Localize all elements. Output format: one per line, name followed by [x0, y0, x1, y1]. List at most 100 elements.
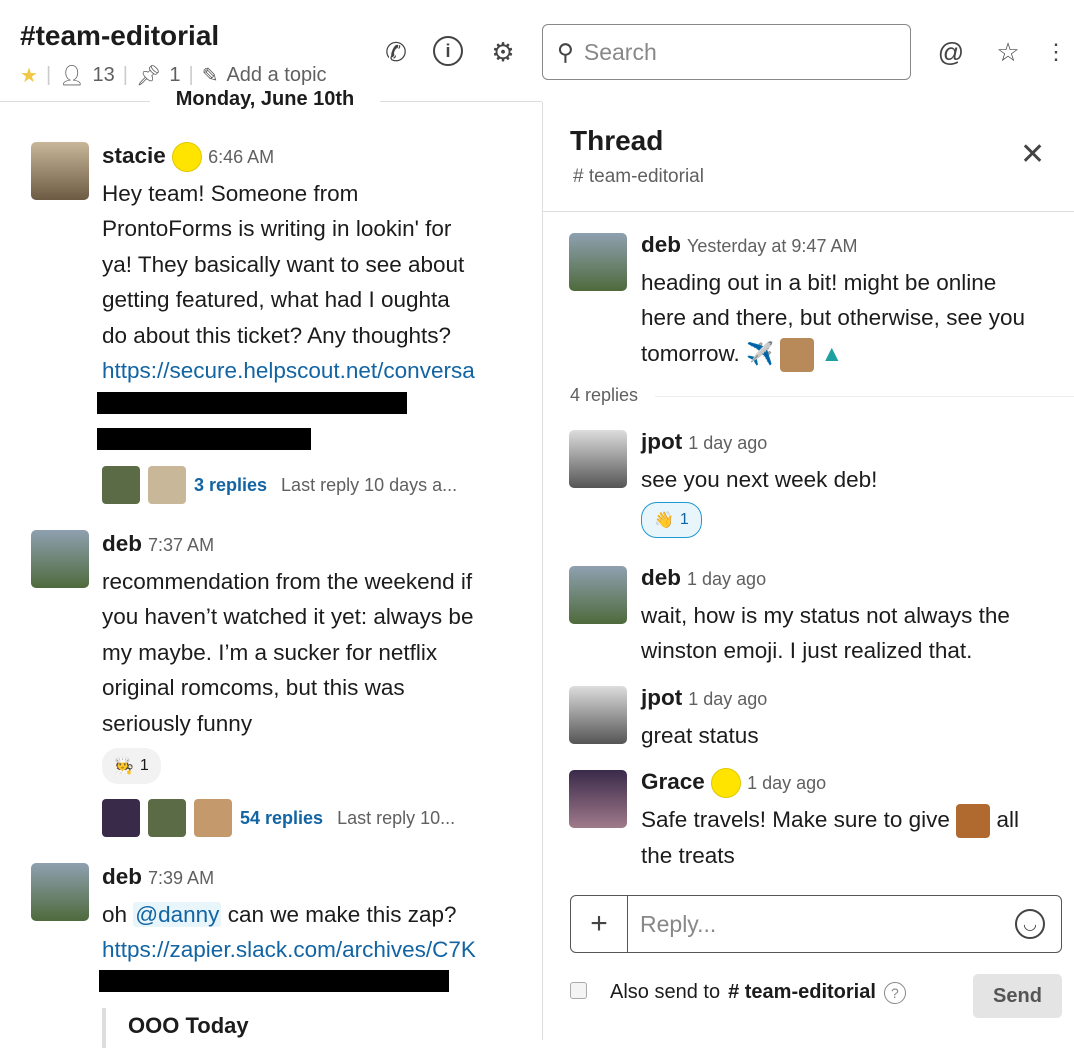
thread-summary[interactable]: 54 replies Last reply 10... [102, 799, 455, 837]
pin-count[interactable]: 1 [169, 64, 180, 87]
plus-icon[interactable]: + [571, 896, 628, 952]
message-text: do about this ticket? Any thoughts? [102, 322, 451, 348]
message-text: Hey team! Someone from [102, 180, 359, 206]
channel-title: #team-editorial [20, 20, 220, 51]
channel-meta: ★ | 👤︎ 13 | 📌︎ 1 | ✎ Add a topic [20, 63, 327, 88]
wave-emoji-icon: 👋 [654, 512, 674, 529]
avatar[interactable] [569, 566, 627, 624]
message-text: heading out in a bit! might be online [641, 269, 997, 295]
timestamp[interactable]: 1 day ago [688, 689, 767, 709]
star-outline-icon[interactable]: ☆ [992, 36, 1024, 68]
emoji-icon: 🧑‍🍳 [114, 758, 134, 775]
reaction[interactable]: 🧑‍🍳 1 [102, 748, 161, 784]
avatar[interactable] [569, 686, 627, 744]
close-icon[interactable]: ✕ [1020, 140, 1045, 170]
last-reply: Last reply 10 days a... [281, 474, 458, 495]
date-divider: Monday, June 10th [150, 88, 380, 111]
author[interactable]: deb [102, 531, 142, 556]
timestamp[interactable]: 7:39 AM [148, 868, 214, 888]
reaction-count: 1 [679, 511, 689, 528]
avatar[interactable] [31, 142, 89, 200]
message-text: Safe travels! Make sure to give [641, 806, 950, 832]
reply-input[interactable]: Reply... [628, 911, 1015, 938]
reply-count: 4 replies [570, 385, 639, 405]
avatar[interactable] [31, 863, 89, 921]
message-text: ProntoForms is writing in lookin' for [102, 216, 452, 241]
airplane-icon: ✈️ [746, 340, 775, 366]
pin-icon[interactable]: 📌︎ [136, 63, 161, 88]
star-icon[interactable]: ★ [20, 63, 38, 88]
timestamp[interactable]: Yesterday at 9:47 AM [687, 236, 857, 256]
author[interactable]: deb [641, 232, 681, 257]
timestamp[interactable]: 1 day ago [687, 569, 766, 589]
message-text: getting featured, what had I oughta [102, 287, 450, 312]
phone-icon[interactable]: ✆ [380, 36, 412, 68]
author[interactable]: jpot [641, 685, 682, 710]
avatar[interactable] [569, 770, 627, 828]
reaction[interactable]: 👋 1 [641, 502, 702, 538]
add-topic-link[interactable]: Add a topic [226, 64, 326, 87]
divider [543, 211, 1074, 212]
avatar [148, 799, 186, 837]
message-text: all [996, 806, 1019, 832]
avatar[interactable] [569, 430, 627, 488]
author[interactable]: stacie [102, 143, 166, 168]
gear-icon[interactable]: ⚙ [487, 36, 519, 68]
mention[interactable]: @danny [133, 901, 222, 927]
thread-reply: deb 1 day ago wait, how is my status not … [641, 560, 1061, 669]
avatar [194, 799, 232, 837]
california-icon: ▲ [820, 340, 843, 366]
message-text: oh [102, 901, 134, 927]
also-send-label: Also send to # team-editorial ? [610, 981, 906, 1004]
timestamp[interactable]: 1 day ago [688, 433, 767, 453]
message-text: my maybe. I’m a sucker for netflix [102, 639, 438, 665]
message-text: the treats [641, 842, 735, 868]
thread-summary[interactable]: 3 replies Last reply 10 days a... [102, 466, 457, 504]
thread-channel[interactable]: # team-editorial [573, 166, 704, 188]
redaction [97, 392, 407, 414]
author[interactable]: deb [641, 565, 681, 590]
message: deb 7:37 AM recommendation from the weeke… [102, 526, 522, 741]
divider [655, 396, 1074, 397]
label: Also send to [610, 981, 721, 1003]
message-link[interactable]: https://secure.helpscout.net/conversa [102, 353, 522, 389]
dog-emoji-icon [956, 803, 991, 838]
replies-link[interactable]: 54 replies [240, 808, 323, 829]
channel-header: #team-editorial ★ | 👤︎ 13 | 📌︎ 1 | ✎ Add a top… [0, 0, 1074, 102]
message-text: ya! They basically want to see about [102, 251, 465, 277]
author[interactable]: jpot [641, 429, 682, 454]
avatar[interactable] [31, 530, 89, 588]
search-input[interactable]: ⚲ Search [542, 24, 911, 80]
message-link[interactable]: https://zapier.slack.com/archives/C7K [102, 932, 522, 968]
author[interactable]: deb [102, 864, 142, 889]
avatar[interactable] [569, 233, 627, 291]
timestamp[interactable]: 1 day ago [747, 773, 826, 793]
mentions-icon[interactable]: @ [935, 36, 967, 68]
message-text: winston emoji. I just realized that. [641, 638, 973, 663]
avatar [102, 799, 140, 837]
pane-divider[interactable] [542, 102, 543, 1040]
more-icon[interactable]: ⋮ [1040, 36, 1072, 68]
emoji-icon[interactable]: ◡ [1015, 909, 1045, 939]
thread-reply: jpot 1 day ago great status [641, 680, 1061, 753]
search-icon: ⚲ [557, 38, 574, 65]
attachment-title: OOO Today [102, 1008, 249, 1048]
redaction [97, 428, 311, 450]
message-text: you haven’t watched it yet: always be [102, 604, 474, 629]
timestamp[interactable]: 6:46 AM [208, 147, 274, 167]
author[interactable]: Grace [641, 769, 705, 794]
message-text: wait, how is my status not always the [641, 602, 1010, 628]
info-icon[interactable]: i [433, 36, 463, 66]
message: deb 7:39 AM oh @danny can we make this za… [102, 859, 522, 968]
member-count[interactable]: 13 [93, 64, 115, 87]
send-button[interactable]: Send [973, 974, 1062, 1018]
message-text: great status [641, 722, 759, 748]
timestamp[interactable]: 7:37 AM [148, 535, 214, 555]
also-send-checkbox[interactable] [570, 982, 587, 999]
avatar [148, 466, 186, 504]
help-icon[interactable]: ? [883, 981, 906, 1004]
reply-composer[interactable]: + Reply... ◡ [570, 895, 1062, 953]
replies-link[interactable]: 3 replies [194, 475, 267, 496]
members-icon[interactable]: 👤︎ [59, 63, 84, 88]
status-emoji-icon [711, 768, 742, 799]
